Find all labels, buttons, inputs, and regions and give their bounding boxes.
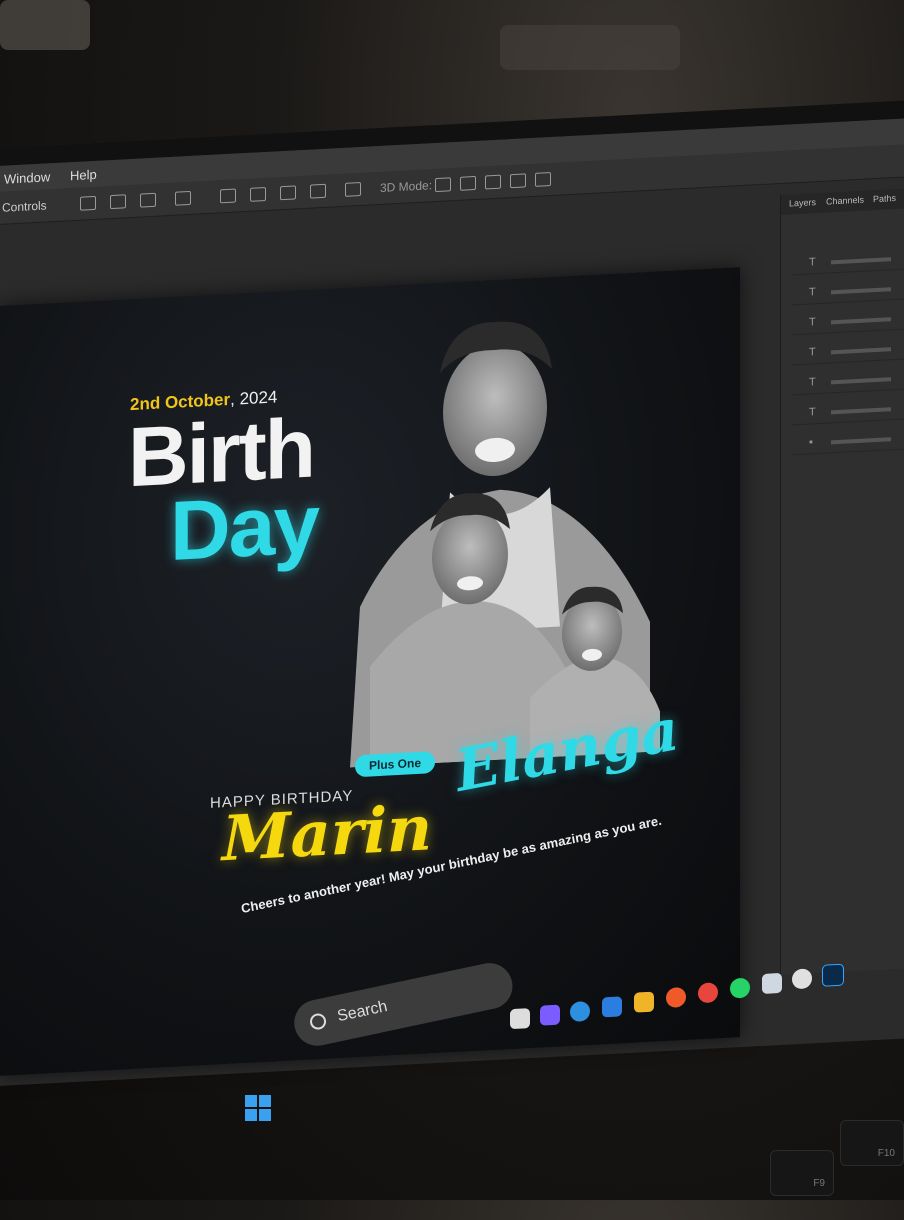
layers-panel: Layers Channels Paths T T T T T T ▪ xyxy=(780,185,904,976)
chrome-canary-icon[interactable] xyxy=(792,968,812,990)
3d-roll-icon[interactable] xyxy=(460,175,476,191)
text-layer-icon: T xyxy=(809,316,816,329)
text-layer-icon: T xyxy=(809,346,816,359)
3d-slide-icon[interactable] xyxy=(510,173,526,189)
tab-layers[interactable]: Layers xyxy=(789,197,816,208)
align-left-icon[interactable] xyxy=(80,195,96,211)
layer-row[interactable]: T xyxy=(791,366,904,396)
distribute-icon[interactable] xyxy=(175,190,191,206)
search-icon xyxy=(308,1012,328,1032)
layer-row[interactable]: ▪ xyxy=(791,426,904,456)
layer-row[interactable]: T xyxy=(791,336,904,366)
align-right-icon[interactable] xyxy=(140,192,156,208)
text-layer-icon: T xyxy=(809,256,816,269)
image-layer-icon: ▪ xyxy=(809,436,813,449)
whatsapp-icon[interactable] xyxy=(730,977,750,999)
text-layer-icon: T xyxy=(809,376,816,389)
background-object xyxy=(500,25,680,70)
tab-paths[interactable]: Paths xyxy=(873,193,896,204)
3d-rotate-icon[interactable] xyxy=(435,177,451,193)
align-middle-icon[interactable] xyxy=(250,186,266,202)
panel-tabs: Layers Channels Paths xyxy=(781,185,904,215)
key-f9: F9 xyxy=(770,1150,834,1196)
controls-label: Controls xyxy=(2,198,47,215)
tab-channels[interactable]: Channels xyxy=(826,195,864,207)
menu-help[interactable]: Help xyxy=(70,167,97,183)
more-options-icon[interactable] xyxy=(345,181,361,197)
file-explorer-icon[interactable] xyxy=(634,991,654,1013)
text-layer-icon: T xyxy=(809,286,816,299)
text-layer-icon: T xyxy=(809,406,816,419)
laptop-screen: Window Help Controls 3D Mode: Layers Cha… xyxy=(0,97,904,1088)
background-object xyxy=(0,0,90,50)
align-bottom-icon[interactable] xyxy=(280,185,296,201)
search-placeholder: Search xyxy=(335,998,389,1026)
windows-start-icon[interactable] xyxy=(245,1095,273,1123)
layer-row[interactable]: T xyxy=(791,246,904,276)
layer-row[interactable]: T xyxy=(791,396,904,426)
layer-row[interactable]: T xyxy=(791,306,904,336)
notepad-icon[interactable] xyxy=(762,972,782,994)
align-top-icon[interactable] xyxy=(220,188,236,204)
3d-pan-icon[interactable] xyxy=(485,174,501,190)
title-day: Day xyxy=(170,476,319,578)
first-name: Marin xyxy=(222,791,433,876)
key-f10: F10 xyxy=(840,1120,904,1166)
distribute-vertical-icon[interactable] xyxy=(310,183,326,199)
teams-icon[interactable] xyxy=(540,1004,560,1026)
portrait-photo-collage xyxy=(350,321,660,768)
align-center-icon[interactable] xyxy=(110,194,126,210)
3d-mode-label: 3D Mode: xyxy=(380,178,433,195)
3d-scale-icon[interactable] xyxy=(535,172,551,187)
menu-window[interactable]: Window xyxy=(4,169,50,186)
plus-one-badge: Plus One xyxy=(355,751,436,778)
vscode-icon[interactable] xyxy=(602,996,622,1018)
photoshop-icon[interactable] xyxy=(822,963,844,987)
laptop-keyboard: F9 F10 xyxy=(560,1080,904,1220)
file-icon[interactable] xyxy=(510,1008,530,1030)
layer-row[interactable]: T xyxy=(791,276,904,306)
